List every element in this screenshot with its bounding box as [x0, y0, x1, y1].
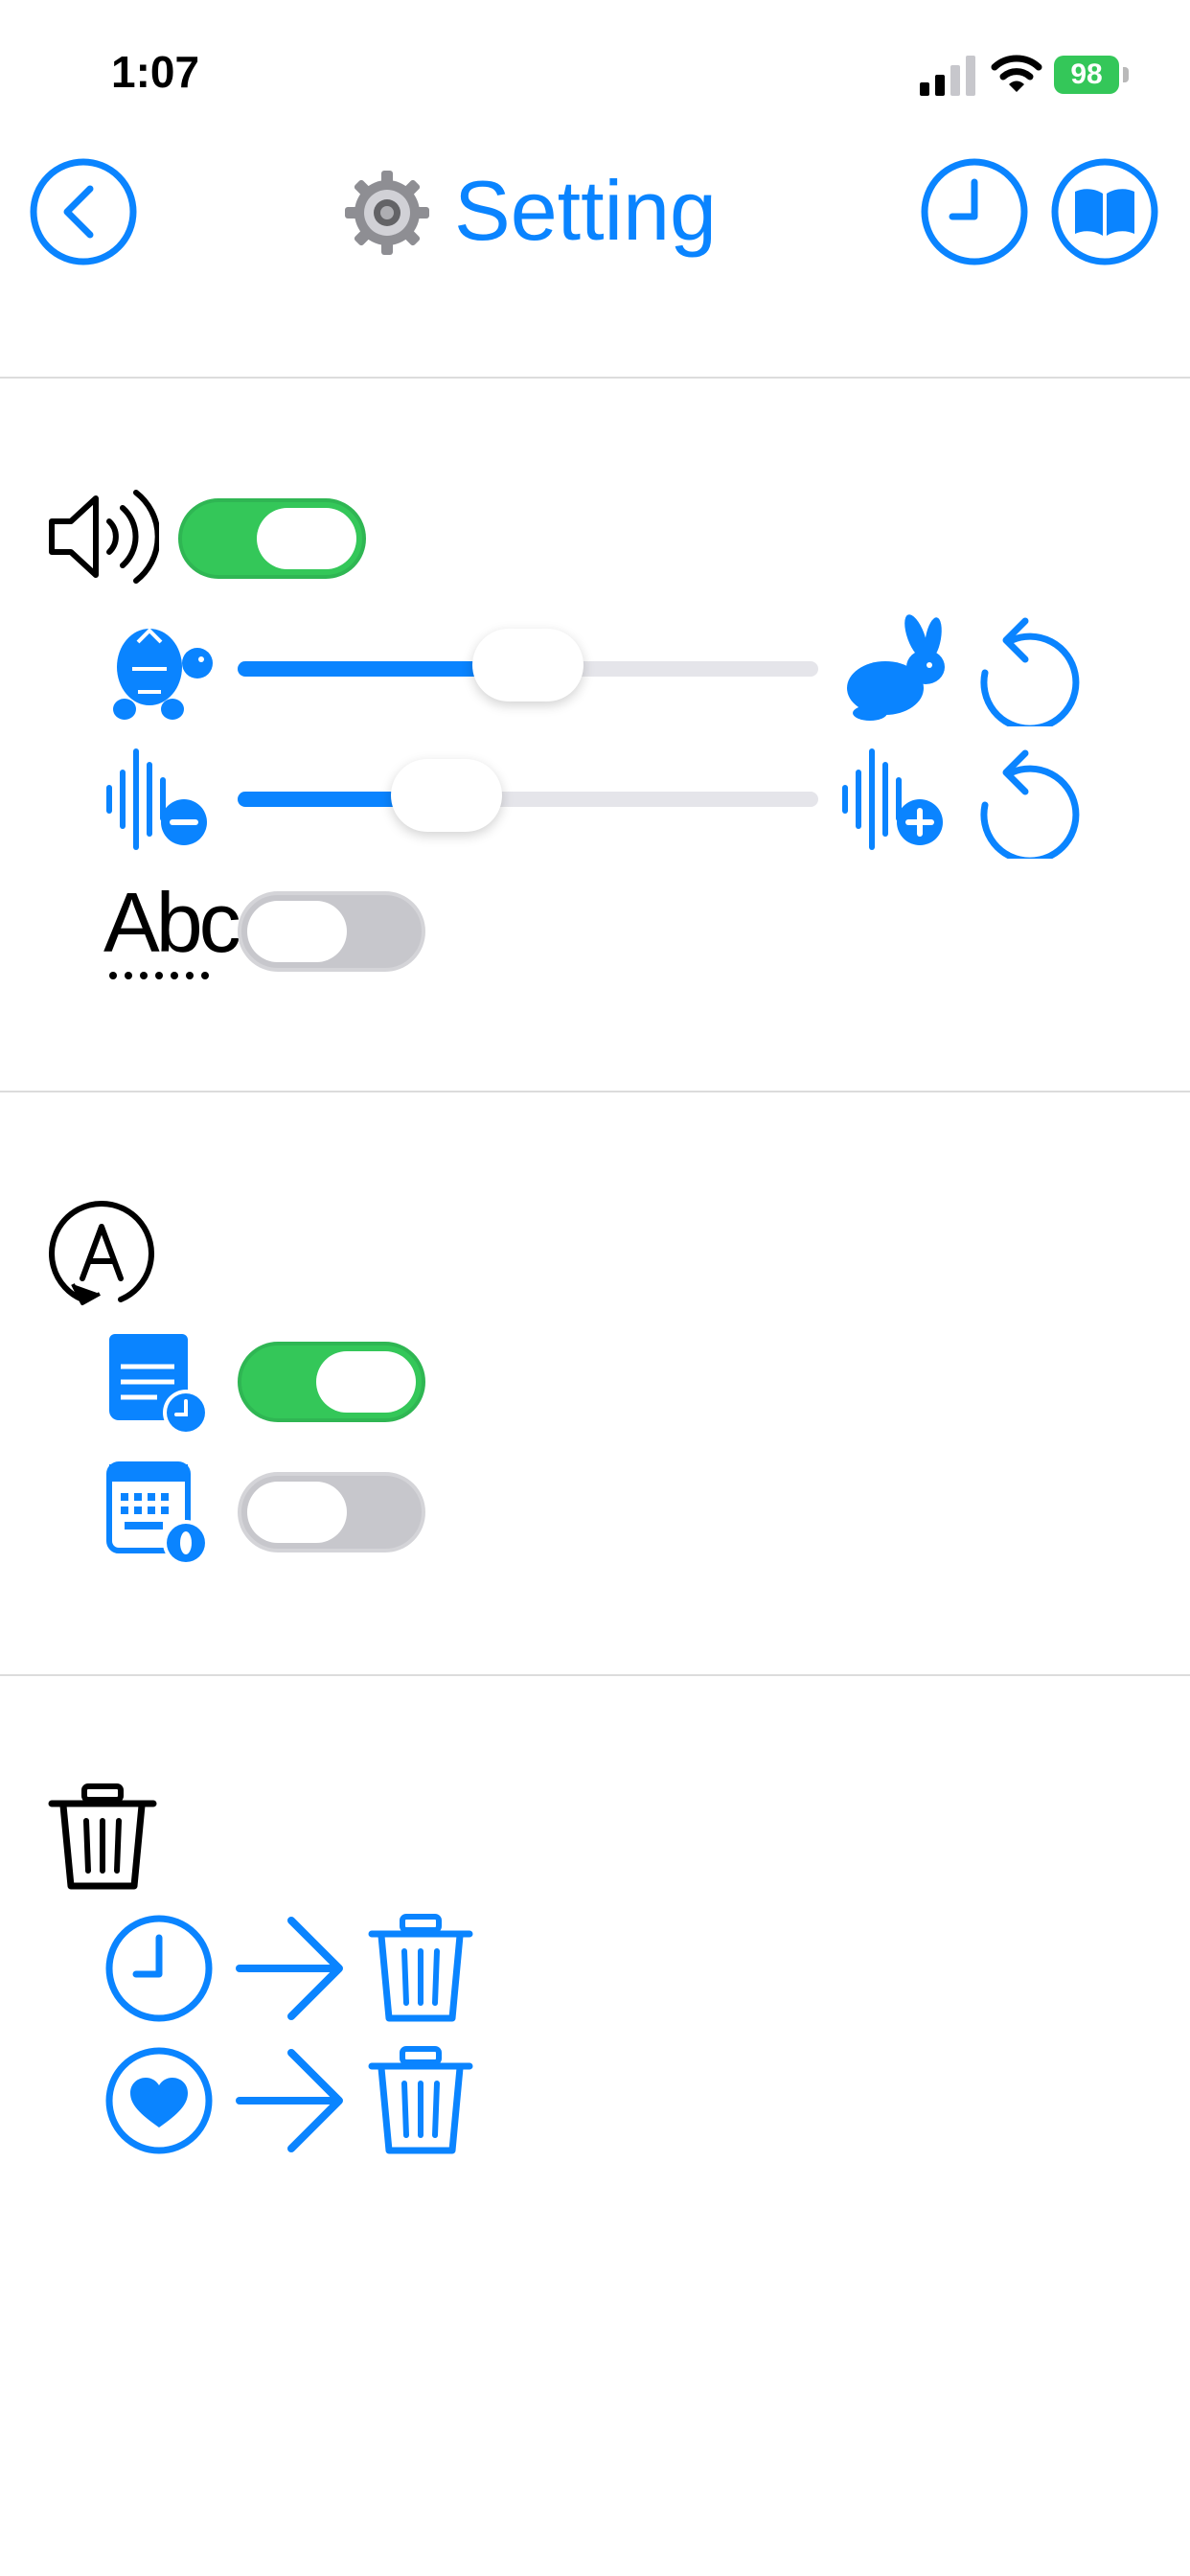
page-title: Setting [454, 163, 717, 258]
history-clock-button[interactable] [920, 157, 1029, 266]
volume-down-waveform-icon [106, 748, 207, 850]
cellular-signal-icon [920, 56, 975, 96]
status-time: 1:07 [111, 47, 200, 97]
toggle-knob [316, 1351, 416, 1413]
volume-up-waveform-icon [842, 748, 943, 850]
divider [0, 1674, 1190, 1676]
clear-favorites-button[interactable] [103, 2045, 477, 2156]
speech-toggle[interactable] [178, 498, 366, 579]
toggle-knob [247, 901, 347, 962]
text-display-toggle[interactable] [238, 891, 425, 972]
tortoise-icon [113, 628, 213, 720]
rate-slider-thumb[interactable] [472, 629, 584, 702]
gear-icon [345, 171, 429, 255]
back-button[interactable] [29, 157, 138, 266]
volume-slider[interactable] [238, 759, 818, 832]
clock-icon [105, 1915, 213, 2022]
toggle-knob [257, 508, 356, 569]
trash-icon [368, 1914, 473, 2022]
trash-icon [368, 2046, 473, 2154]
battery-cap [1123, 67, 1129, 82]
history-document-icon [109, 1334, 209, 1436]
keyboard-toggle[interactable] [238, 1472, 425, 1552]
volume-slider-thumb[interactable] [391, 759, 503, 832]
clear-history-button[interactable] [103, 1913, 477, 2024]
auto-rotate-icon [49, 1201, 154, 1305]
speech-rate-slider[interactable] [238, 629, 818, 702]
history-toggle[interactable] [238, 1342, 425, 1422]
battery-indicator: 98 [1054, 56, 1119, 94]
keyboard-document-icon [106, 1461, 209, 1566]
heart-circle-icon [105, 2047, 213, 2154]
toggle-knob [247, 1482, 347, 1543]
reset-volume-icon[interactable] [973, 746, 1085, 859]
speaker-icon [49, 490, 159, 584]
divider [0, 377, 1190, 379]
battery-level: 98 [1070, 58, 1103, 90]
arrow-right-icon [236, 2049, 343, 2152]
wifi-icon [991, 55, 1042, 92]
arrow-right-icon [236, 1917, 343, 2020]
rabbit-icon [847, 614, 945, 721]
dotted-underline [109, 972, 209, 979]
book-button[interactable] [1050, 157, 1159, 266]
reset-rate-icon[interactable] [973, 613, 1085, 726]
text-display-label: Abc [103, 875, 241, 970]
divider [0, 1091, 1190, 1092]
trash-icon [48, 1783, 157, 1890]
